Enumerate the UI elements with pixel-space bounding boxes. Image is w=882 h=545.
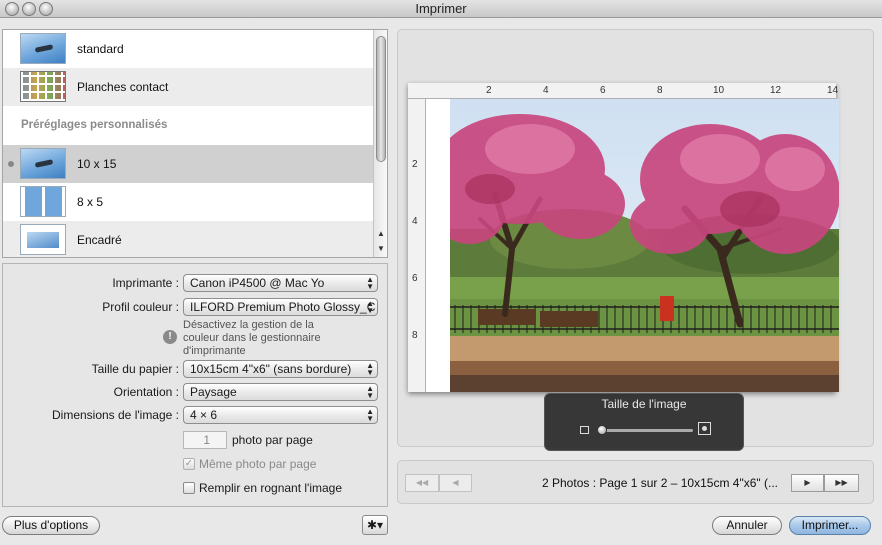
preset-framed[interactable]: Encadré [3, 221, 373, 257]
image-size-title: Taille de l'image [601, 397, 687, 411]
presets-scrollbar[interactable]: ▲ ▼ [373, 30, 387, 257]
scroll-thumb[interactable] [376, 36, 386, 162]
color-management-warning: Désactivez la gestion de la couleur dans… [183, 319, 321, 357]
image-size-slider-knob[interactable] [596, 425, 607, 435]
framed-photo-icon [20, 224, 66, 255]
preset-label: 8 x 5 [77, 195, 104, 209]
custom-presets-header: Préréglages personnalisés [21, 119, 168, 131]
popup-arrows-icon: ▲ ▼ [366, 384, 374, 400]
ruler-tick: 8 [657, 85, 663, 96]
photos-per-page-label: photo par page [232, 433, 313, 447]
orientation-select[interactable]: Paysage ▲ ▼ [183, 383, 378, 401]
preset-10x15[interactable]: 10 x 15 [3, 145, 373, 183]
paper-size-select[interactable]: 10x15cm 4"x6" (sans bordure) ▲ ▼ [183, 360, 378, 378]
printer-value: Canon iP4500 @ Mac Yo [190, 276, 325, 290]
gear-menu-button[interactable]: ✱▾ [362, 515, 388, 535]
ruler-tick: 12 [770, 85, 782, 96]
presets-list: standard Planches contact Préréglages pe… [2, 29, 388, 258]
small-image-icon [580, 426, 589, 434]
preset-8x5[interactable]: 8 x 5 [3, 183, 373, 221]
ruler-tick: 14 [827, 85, 839, 96]
ruler-tick: 6 [600, 85, 606, 96]
image-dimensions-select[interactable]: 4 × 6 ▲ ▼ [183, 406, 378, 424]
fill-crop-checkbox[interactable] [183, 482, 195, 494]
popup-arrows-icon: ▲ ▼ [366, 299, 374, 315]
ruler-tick: 6 [412, 273, 418, 284]
selected-bullet-icon [8, 161, 14, 167]
first-page-button[interactable]: ◀◀ [405, 474, 439, 492]
more-options-button[interactable]: Plus d'options [2, 516, 100, 535]
ruler-tick: 8 [412, 330, 418, 341]
popup-arrows-icon: ▲ ▼ [366, 275, 374, 291]
color-profile-value: ILFORD Premium Photo Glossy_C [190, 300, 376, 314]
airplane-photo-icon [20, 33, 66, 64]
large-image-icon [698, 422, 711, 435]
popup-arrows-icon: ▲ ▼ [366, 361, 374, 377]
color-profile-select[interactable]: ILFORD Premium Photo Glossy_C ▲ ▼ [183, 298, 378, 316]
gear-icon: ✱▾ [366, 518, 384, 532]
previous-page-button[interactable]: ◀ [439, 474, 472, 492]
cancel-button[interactable]: Annuler [712, 516, 782, 535]
ruler-tick: 10 [713, 85, 725, 96]
next-page-button[interactable]: ▶ [791, 474, 824, 492]
preset-label: Encadré [77, 233, 122, 247]
ruler-tick: 2 [486, 85, 492, 96]
top-ruler: 2 4 6 8 10 12 14 [408, 83, 839, 99]
window-title: Imprimer [415, 1, 467, 16]
title-bar: Imprimer [0, 0, 882, 18]
photos-per-page-input[interactable]: 1 [183, 431, 227, 449]
fill-crop-label: Remplir en rognant l'image [199, 481, 343, 495]
image-dimensions-label: Dimensions de l'image : [51, 408, 179, 422]
park-trees-photo [450, 99, 839, 392]
preset-label: Planches contact [77, 80, 169, 94]
scroll-up-icon[interactable]: ▲ [374, 227, 387, 241]
paper-size-value: 10x15cm 4"x6" (sans bordure) [190, 362, 352, 376]
warning-icon: ! [163, 330, 177, 344]
preset-standard[interactable]: standard [3, 30, 373, 68]
orientation-label: Orientation : [113, 385, 179, 399]
image-size-slider[interactable] [597, 429, 693, 432]
airplane-photo-icon [20, 148, 66, 179]
color-profile-label: Profil couleur : [102, 300, 179, 314]
preset-label: 10 x 15 [77, 157, 117, 171]
photo-preview[interactable] [450, 99, 839, 392]
popup-arrows-icon: ▲ ▼ [366, 407, 374, 423]
contact-sheet-icon [20, 71, 66, 102]
scroll-down-icon[interactable]: ▼ [374, 242, 387, 256]
preset-label: standard [77, 42, 124, 56]
left-ruler: 2 4 6 8 [408, 99, 426, 392]
image-size-hud: Taille de l'image [544, 393, 744, 451]
orientation-value: Paysage [190, 385, 237, 399]
same-photo-checkbox[interactable]: ✓ [183, 458, 195, 470]
last-page-button[interactable]: ▶▶ [824, 474, 859, 492]
two-up-photos-icon [20, 186, 66, 217]
page-info-text: 2 Photos : Page 1 sur 2 – 10x15cm 4"x6" … [542, 476, 778, 490]
preset-contact-sheet[interactable]: Planches contact [3, 68, 373, 106]
ruler-tick: 4 [543, 85, 549, 96]
image-dimensions-value: 4 × 6 [190, 408, 218, 422]
paper-size-label: Taille du papier : [91, 362, 179, 376]
printer-label: Imprimante : [112, 276, 179, 290]
ruler-tick: 2 [412, 159, 418, 170]
same-photo-label: Même photo par page [199, 457, 317, 471]
print-settings-form: Imprimante : Canon iP4500 @ Mac Yo ▲ ▼ Pr… [2, 263, 388, 507]
printer-select[interactable]: Canon iP4500 @ Mac Yo ▲ ▼ [183, 274, 378, 292]
print-button[interactable]: Imprimer... [789, 516, 871, 535]
ruler-tick: 4 [412, 216, 418, 227]
